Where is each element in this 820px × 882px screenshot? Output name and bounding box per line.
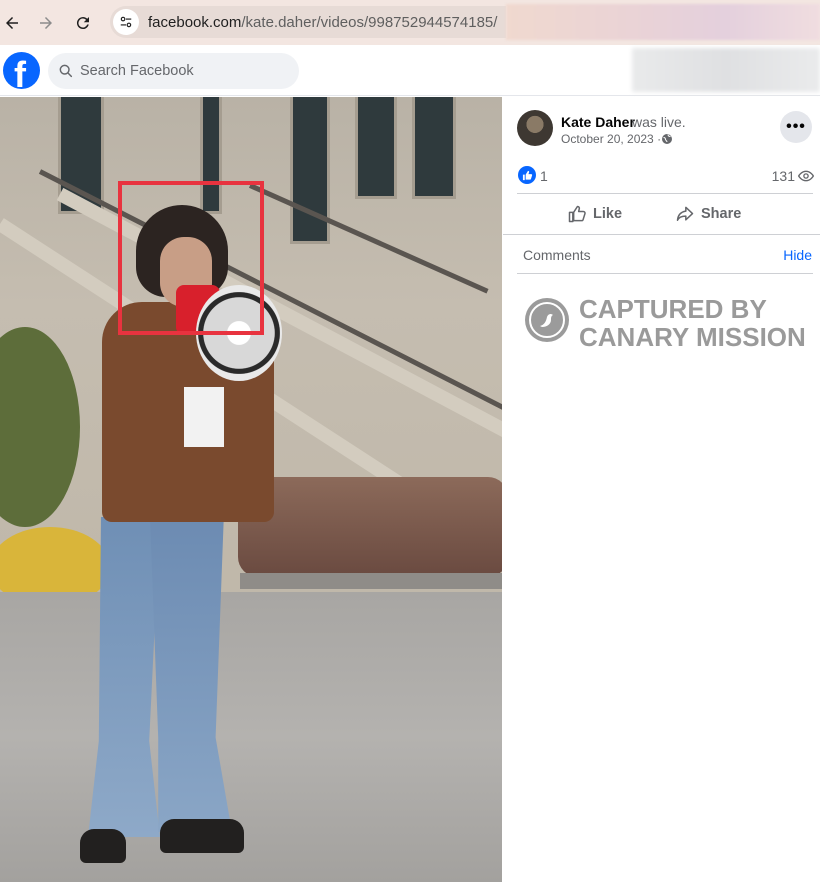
video-person-shirt: [184, 387, 224, 447]
post-date[interactable]: October 20, 2023 ·: [561, 132, 661, 146]
canary-mission-watermark: CAPTURED BY CANARY MISSION: [523, 293, 813, 353]
url-text: facebook.com/kate.daher/videos/998752944…: [148, 14, 497, 31]
share-button-label: Share: [701, 206, 742, 222]
search-box[interactable]: [48, 53, 299, 89]
redacted-area: [506, 4, 820, 40]
reload-icon: [76, 16, 89, 29]
like-icon: [568, 205, 586, 223]
like-count[interactable]: 1: [540, 168, 548, 184]
eye-icon: [797, 170, 815, 182]
forward-icon: [40, 16, 52, 29]
poster-name[interactable]: Kate Daher: [561, 114, 635, 130]
watermark-line-2: CANARY MISSION: [579, 322, 806, 352]
video-player[interactable]: [0, 97, 502, 882]
more-icon: •••: [786, 118, 806, 135]
video-curb: [240, 573, 502, 589]
canary-seal-icon: [525, 298, 569, 342]
like-button[interactable]: Like: [567, 201, 622, 227]
like-button-label: Like: [593, 206, 623, 222]
view-count: 131: [771, 168, 795, 184]
poster-action: was live.: [632, 114, 686, 130]
back-button[interactable]: [0, 0, 30, 45]
more-options-button[interactable]: •••: [780, 111, 812, 143]
reload-button[interactable]: [65, 0, 101, 45]
face-highlight-box: [118, 181, 264, 335]
hide-comments-link[interactable]: Hide: [783, 247, 812, 263]
forward-button[interactable]: [28, 0, 64, 45]
browser-toolbar: facebook.com/kate.daher/videos/998752944…: [0, 0, 820, 45]
url-path: /kate.daher/videos/998752944574185/: [241, 13, 498, 31]
search-input[interactable]: [80, 63, 280, 79]
like-icon: [522, 170, 532, 180]
url-host: facebook.com: [148, 13, 242, 31]
redacted-header-area: [632, 48, 820, 92]
site-info-icon: [120, 16, 132, 28]
site-info-button[interactable]: [113, 9, 139, 35]
share-icon: [676, 206, 694, 221]
comments-label: Comments: [523, 247, 591, 263]
back-icon: [6, 16, 18, 29]
search-icon: [59, 64, 73, 78]
address-bar[interactable]: facebook.com/kate.daher/videos/998752944…: [110, 6, 506, 38]
watermark-text: CAPTURED BY CANARY MISSION: [579, 295, 806, 351]
facebook-logo[interactable]: f: [3, 52, 40, 89]
facebook-header: f: [0, 45, 820, 96]
watermark-line-1: CAPTURED BY: [579, 294, 767, 324]
globe-icon: [662, 134, 672, 144]
post-side-panel: Kate Daher was live. October 20, 2023 · …: [503, 97, 820, 882]
share-button[interactable]: Share: [675, 201, 741, 227]
avatar[interactable]: [517, 110, 553, 146]
like-reaction-icon[interactable]: [518, 166, 536, 184]
video-ground: [0, 592, 502, 882]
